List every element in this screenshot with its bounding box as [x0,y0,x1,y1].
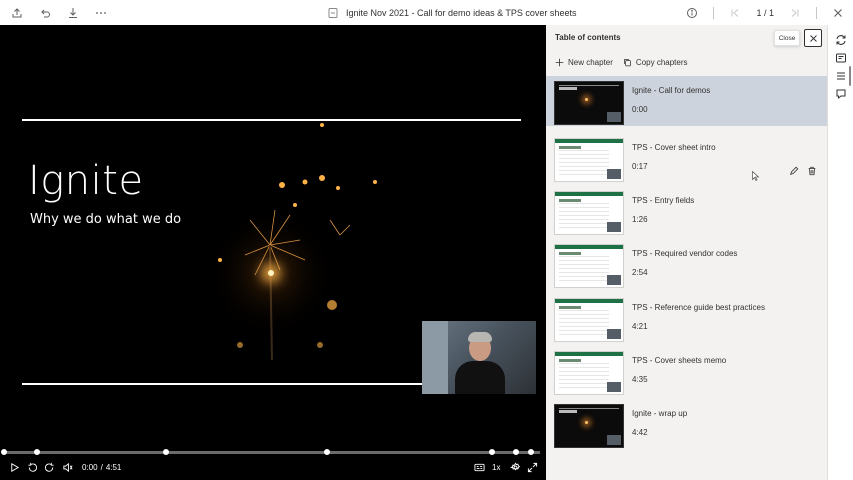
page-indicator: 1 / 1 [756,7,774,18]
chapter-time: 1:26 [632,215,648,224]
chapter-time: 4:21 [632,322,648,331]
notes-icon[interactable] [835,51,847,63]
copy-icon [624,59,631,67]
table-of-contents-panel: Table of contents Close New chapter Copy… [546,25,827,480]
chapter-thumbnail [554,81,624,125]
chapter-thumbnail [554,298,624,342]
chapter-thumbnail [554,244,624,288]
new-chapter-label: New chapter [568,58,613,67]
chapter-time: 4:35 [632,375,648,384]
plus-icon [555,58,564,67]
rail-active-indicator [849,66,851,86]
info-icon[interactable] [685,6,699,20]
seek-bar[interactable] [1,449,540,455]
webcam-person-hair [468,332,492,342]
player-controls: 0:00 / 4:51 1x [0,458,546,476]
right-rail [827,25,853,480]
slide-bottom-rule [22,383,422,385]
video-player[interactable]: Ignite Why we do what we do [0,25,546,480]
chapter-marker[interactable] [323,449,330,455]
mouse-cursor-icon [752,171,760,181]
chapter-item[interactable]: TPS - Reference guide best practices 4:21 [546,293,827,343]
toc-actions: New chapter Copy chapters [555,58,688,67]
fullscreen-icon[interactable] [527,458,538,476]
rewind-10-icon[interactable] [27,458,38,476]
divider [816,6,817,19]
chapter-item[interactable]: TPS - Cover sheet intro 0:17 [546,133,827,183]
chapters-icon[interactable] [835,69,847,81]
chapter-time: 0:17 [632,162,648,171]
captions-icon[interactable] [474,458,485,476]
chapter-item[interactable]: Ignite - Call for demos 0:00 [546,76,827,126]
chapter-thumbnail [554,191,624,235]
chapter-time: 0:00 [632,105,648,114]
delete-icon[interactable] [807,163,817,181]
sparkler-glow [268,270,274,276]
chapter-thumbnail [554,138,624,182]
time-display: 0:00 / 4:51 [82,458,121,476]
time-separator: / [100,462,103,472]
comment-icon[interactable] [835,87,847,100]
toolbar-left-group [10,0,108,25]
presenter-webcam [422,321,536,394]
close-tooltip: Close [774,30,800,46]
chapter-marker[interactable] [527,449,534,455]
sync-icon[interactable] [835,33,847,45]
slide-title: Ignite [28,158,144,204]
chapter-time: 2:54 [632,268,648,277]
first-page-icon[interactable] [728,6,742,20]
close-panel-button[interactable] [804,29,822,47]
chapter-title: Ignite - wrap up [632,409,688,418]
current-time: 0:00 [82,462,98,472]
duration: 4:51 [105,462,122,472]
chapter-title: Ignite - Call for demos [632,86,711,95]
chapter-item[interactable]: Ignite - wrap up 4:42 [546,399,827,449]
toolbar-right-group: 1 / 1 [685,0,845,25]
webcam-window [422,321,448,394]
document-title-text: Ignite Nov 2021 - Call for demo ideas & … [346,7,577,18]
chapter-thumbnail [554,404,624,448]
chapter-title: TPS - Reference guide best practices [632,303,765,312]
chapter-item[interactable]: TPS - Entry fields 1:26 [546,186,827,236]
chapter-marker[interactable] [512,449,519,455]
playback-speed-button[interactable]: 1x [492,458,500,476]
share-icon[interactable] [10,6,24,20]
top-toolbar: Ignite Nov 2021 - Call for demo ideas & … [0,0,853,25]
chapter-title: TPS - Cover sheets memo [632,356,727,365]
toc-header: Table of contents [555,33,621,42]
copy-chapters-label: Copy chapters [635,58,688,67]
document-title: Ignite Nov 2021 - Call for demo ideas & … [326,0,576,25]
chapter-time: 4:42 [632,428,648,437]
close-icon[interactable] [831,6,845,20]
chapter-tools [789,163,817,181]
chapter-marker[interactable] [1,449,7,455]
chapter-marker[interactable] [162,449,169,455]
settings-icon[interactable] [510,458,521,476]
copy-chapters-button[interactable]: Copy chapters [623,58,688,67]
slide-subtitle: Why we do what we do [30,212,182,227]
volume-icon[interactable] [62,458,73,476]
forward-10-icon[interactable] [44,458,55,476]
chapter-thumbnail [554,351,624,395]
play-icon[interactable] [9,458,20,476]
chapter-title: TPS - Entry fields [632,196,695,205]
new-chapter-button[interactable]: New chapter [555,58,613,67]
undo-icon[interactable] [38,6,52,20]
download-icon[interactable] [66,6,80,20]
edit-icon[interactable] [789,163,799,181]
last-page-icon[interactable] [788,6,802,20]
chapter-item[interactable]: TPS - Cover sheets memo 4:35 [546,346,827,396]
chapter-item[interactable]: TPS - Required vendor codes 2:54 [546,239,827,289]
webcam-person-body [455,361,505,394]
file-icon [326,6,340,20]
chapter-title: TPS - Cover sheet intro [632,143,716,152]
divider [713,6,715,19]
sparkler-image [218,123,377,360]
chapter-title: TPS - Required vendor codes [632,249,738,258]
more-icon[interactable] [94,6,108,20]
close-icon [809,34,817,42]
